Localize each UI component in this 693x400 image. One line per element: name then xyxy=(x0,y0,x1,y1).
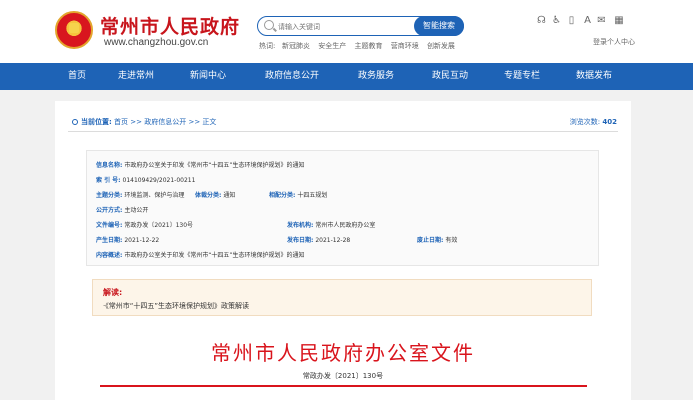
breadcrumb-label: 当前位置: xyxy=(81,118,112,126)
view-count-value: 402 xyxy=(602,118,617,126)
meta-cell-issuer: 发布机构: 常州市人民政府办公室 xyxy=(287,220,375,229)
breadcrumb-path[interactable]: 首页 >> 政府信息公开 >> 正文 xyxy=(114,118,216,126)
site-title[interactable]: 常州市人民政府 xyxy=(100,12,240,39)
accessibility-icon[interactable]: ☊ xyxy=(536,15,547,27)
interpretation-title: 解读: xyxy=(103,288,123,297)
meta-key: 公开方式: xyxy=(96,207,123,214)
metadata-box: 信息名称: 市政府办公室关于印发《常州市“十四五”生态环境保护规划》的通知 索 … xyxy=(86,150,599,266)
meta-row-docno: 文件编号: 常政办发〔2021〕130号 xyxy=(96,220,193,229)
hot-word-link[interactable]: 主题教育 xyxy=(354,42,382,50)
main-nav: 首页 走进常州 新闻中心 政府信息公开 政务服务 政民互动 专题专栏 数据发布 xyxy=(0,63,693,90)
nav-item-services[interactable]: 政务服务 xyxy=(358,63,394,90)
red-divider xyxy=(100,385,587,387)
meta-key: 信息名称: xyxy=(96,162,123,169)
nav-item-news[interactable]: 新闻中心 xyxy=(190,63,226,90)
nav-item-interaction[interactable]: 政民互动 xyxy=(432,63,468,90)
site-header: 常州市人民政府 www.changzhou.gov.cn 智能搜索 热词: 新冠… xyxy=(0,0,693,63)
meta-row-topic: 主题分类: 环境监测、保护与治理 xyxy=(96,190,184,199)
breadcrumb: 当前位置: 首页 >> 政府信息公开 >> 正文 xyxy=(72,117,216,127)
login-link[interactable]: 登录个人中心 xyxy=(593,37,635,47)
meta-cell-genre: 体裁分类: 通知 xyxy=(195,190,235,199)
hot-word-link[interactable]: 安全生产 xyxy=(318,42,346,50)
national-emblem-icon[interactable] xyxy=(55,11,93,49)
hot-words-list: 新冠肺炎 安全生产 主题教育 营商环境 创新发展 xyxy=(282,41,461,51)
nav-item-topics[interactable]: 专题专栏 xyxy=(504,63,540,90)
search-input[interactable] xyxy=(278,19,398,34)
qrcode-icon[interactable]: ▦ xyxy=(612,15,626,27)
location-pin-icon xyxy=(72,119,78,125)
document-number: 常政办发〔2021〕130号 xyxy=(302,372,384,380)
search-box: 智能搜索 xyxy=(257,16,464,36)
site-url: www.changzhou.gov.cn xyxy=(104,37,209,48)
interpretation-link[interactable]: ·《常州市“十四五”生态环境保护规划》政策解读 xyxy=(103,301,249,311)
meta-key: 主题分类: xyxy=(96,192,123,199)
meta-value: 014109429/2021-00211 xyxy=(122,177,196,184)
search-icon xyxy=(264,20,274,30)
document-title: 常州市人民政府办公室文件 xyxy=(211,341,475,365)
hot-word-link[interactable]: 创新发展 xyxy=(427,42,455,50)
meta-cell-published: 发布日期: 2021-12-28 xyxy=(287,235,350,244)
meta-value: 市政府办公室关于印发《常州市“十四五”生态环境保护规划》的通知 xyxy=(124,162,305,169)
wheelchair-icon[interactable]: ♿ xyxy=(551,15,562,27)
hot-words-label: 热词: xyxy=(259,42,276,50)
meta-value: 常政办发〔2021〕130号 xyxy=(124,222,194,229)
meta-key: 体裁分类: xyxy=(195,192,222,199)
meta-value: 常州市人民政府办公室 xyxy=(315,222,376,229)
meta-key: 内容概述: xyxy=(96,252,123,259)
meta-key: 废止日期: xyxy=(417,237,444,244)
meta-row-open: 公开方式: 主动公开 xyxy=(96,205,148,214)
interpretation-box: 解读: ·《常州市“十四五”生态环境保护规划》政策解读 xyxy=(92,279,592,316)
nav-item-info-disclosure[interactable]: 政府信息公开 xyxy=(265,63,319,90)
meta-key: 索 引 号: xyxy=(96,177,121,184)
meta-row-summary: 内容概述: 市政府办公室关于印发《常州市“十四五”生态环境保护规划》的通知 xyxy=(96,250,305,259)
mobile-icon[interactable]: ▯ xyxy=(566,15,577,27)
meta-value: 环境监测、保护与治理 xyxy=(124,192,185,199)
meta-cell-related: 相配分类: 十四五规划 xyxy=(269,190,327,199)
nav-item-data[interactable]: 数据发布 xyxy=(576,63,612,90)
meta-value: 2021-12-28 xyxy=(315,237,351,244)
meta-value: 主动公开 xyxy=(124,207,149,214)
meta-value: 市政府办公室关于印发《常州市“十四五”生态环境保护规划》的通知 xyxy=(124,252,305,259)
font-size-icon[interactable]: A xyxy=(582,15,593,27)
hot-word-link[interactable]: 新冠肺炎 xyxy=(282,42,310,50)
meta-key: 相配分类: xyxy=(269,192,296,199)
meta-value: 有效 xyxy=(445,237,458,244)
meta-key: 产生日期: xyxy=(96,237,123,244)
hot-word-link[interactable]: 营商环境 xyxy=(391,42,419,50)
meta-row-info-name: 信息名称: 市政府办公室关于印发《常州市“十四五”生态环境保护规划》的通知 xyxy=(96,160,305,169)
meta-key: 发布机构: xyxy=(287,222,314,229)
nav-item-about[interactable]: 走进常州 xyxy=(118,63,154,90)
search-button[interactable]: 智能搜索 xyxy=(414,16,464,36)
meta-cell-expire: 废止日期: 有效 xyxy=(417,235,457,244)
meta-row-index: 索 引 号: 014109429/2021-00211 xyxy=(96,175,195,184)
meta-key: 文件编号: xyxy=(96,222,123,229)
meta-key: 发布日期: xyxy=(287,237,314,244)
view-count-label: 浏览次数: xyxy=(569,118,601,126)
meta-value: 2021-12-22 xyxy=(124,237,160,244)
nav-item-home[interactable]: 首页 xyxy=(68,63,86,90)
meta-row-created: 产生日期: 2021-12-22 xyxy=(96,235,159,244)
meta-value: 通知 xyxy=(223,192,236,199)
meta-value: 十四五规划 xyxy=(297,192,328,199)
divider xyxy=(68,131,618,132)
mail-icon[interactable]: ✉ xyxy=(596,15,607,27)
content-panel: 当前位置: 首页 >> 政府信息公开 >> 正文 浏览次数: 402 信息名称:… xyxy=(55,101,631,400)
view-count: 浏览次数: 402 xyxy=(570,117,617,127)
